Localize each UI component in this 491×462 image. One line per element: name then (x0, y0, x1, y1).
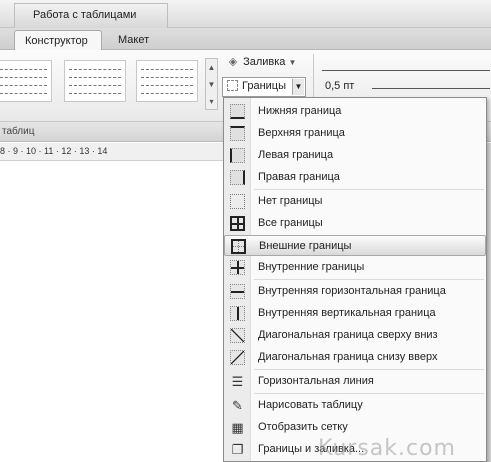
draw-table-icon: ✎ (232, 398, 243, 413)
menu-item-label: Внутренние границы (258, 261, 365, 273)
borders-and-shading-icon: ❐ (231, 442, 244, 457)
left-border-icon (230, 148, 245, 163)
right-border-icon (230, 170, 245, 185)
diagonal-up-border-icon (230, 350, 245, 365)
shading-label: Заливка (243, 56, 286, 68)
view-gridlines-icon: ▦ (231, 420, 244, 435)
shading-button[interactable]: ◈ Заливка ▼ (226, 55, 297, 73)
group-label-table-styles: таблиц (2, 126, 35, 137)
tab-layout[interactable]: Макет (108, 30, 168, 51)
menu-item-label: Диагональная граница снизу вверх (258, 351, 438, 363)
menu-separator (254, 393, 484, 394)
menu-item-top-border[interactable]: Верхняя граница (224, 123, 486, 144)
paint-bucket-icon: ◈ (228, 56, 238, 68)
menu-item-view-gridlines[interactable]: ▦ Отобразить сетку (224, 417, 486, 438)
chevron-down-icon[interactable]: ▼ (292, 79, 304, 95)
outside-borders-icon (231, 239, 246, 254)
watermark: Kursak.com (318, 436, 456, 461)
table-style-thumb[interactable] (0, 60, 52, 102)
no-border-icon (230, 194, 245, 209)
menu-item-all-borders[interactable]: Все границы (224, 213, 486, 234)
diagonal-up-svg (230, 350, 245, 365)
scroll-up-icon[interactable]: ▲ (206, 59, 217, 76)
menu-item-label: Верхняя граница (258, 127, 345, 139)
chevron-down-icon: ▼ (288, 58, 297, 67)
menu-item-label: Внутренняя горизонтальная граница (258, 285, 446, 297)
menu-item-no-border[interactable]: Нет границы (224, 191, 486, 212)
inside-horizontal-border-icon (230, 284, 245, 299)
inside-vertical-border-icon (230, 306, 245, 321)
menu-item-label: Внутренняя вертикальная граница (258, 307, 436, 319)
menu-item-label: Отобразить сетку (258, 421, 348, 433)
borders-label: Границы (242, 80, 286, 92)
context-tab-title: Работа с таблицами (14, 3, 168, 28)
borders-icon (227, 80, 238, 91)
bottom-border-icon (230, 104, 245, 119)
table-style-thumb[interactable] (136, 60, 198, 102)
styles-gallery-scroll[interactable]: ▲ ▼ ▾ (205, 58, 218, 110)
menu-item-label: Внешние границы (259, 240, 352, 252)
menu-item-inside-horizontal[interactable]: Внутренняя горизонтальная граница (224, 281, 486, 302)
diagonal-down-border-icon (230, 328, 245, 343)
menu-separator (254, 189, 484, 190)
menu-item-label: Нет границы (258, 195, 323, 207)
all-borders-icon (230, 216, 245, 231)
borders-button[interactable]: Границы ▼ (222, 77, 306, 97)
menu-item-diagonal-up[interactable]: Диагональная граница снизу вверх (224, 347, 486, 368)
ribbon-tabs: Конструктор Макет (0, 28, 491, 51)
menu-item-outside-borders[interactable]: Внешние границы (224, 235, 486, 256)
menu-item-draw-table[interactable]: ✎ Нарисовать таблицу (224, 395, 486, 416)
ruler-ticks: 8 · 9 · 10 · 11 · 12 · 13 · 14 (0, 146, 108, 156)
menu-item-left-border[interactable]: Левая граница (224, 145, 486, 166)
menu-item-inside-borders[interactable]: Внутренние границы (224, 257, 486, 278)
menu-item-label: Левая граница (258, 149, 334, 161)
menu-item-diagonal-down[interactable]: Диагональная граница сверху вниз (224, 325, 486, 346)
title-bar: Работа с таблицами (0, 0, 491, 28)
horizontal-line-icon: ☰ (231, 374, 244, 389)
menu-item-label: Нарисовать таблицу (258, 399, 363, 411)
menu-item-label: Диагональная граница сверху вниз (258, 329, 438, 341)
line-weight-selector[interactable]: 0,5 пт (322, 80, 490, 96)
menu-item-label: Горизонтальная линия (258, 375, 374, 387)
line-style-selector[interactable] (322, 57, 490, 71)
gallery-more-icon[interactable]: ▾ (206, 93, 217, 110)
scroll-down-icon[interactable]: ▼ (206, 76, 217, 93)
menu-item-horizontal-line[interactable]: ☰ Горизонтальная линия (224, 371, 486, 392)
menu-separator (254, 279, 484, 280)
ruler: 8 · 9 · 10 · 11 · 12 · 13 · 14 (0, 143, 225, 161)
top-border-icon (230, 126, 245, 141)
menu-item-right-border[interactable]: Правая граница (224, 167, 486, 188)
tab-design[interactable]: Конструктор (14, 30, 102, 51)
right-edge (487, 143, 491, 462)
menu-item-bottom-border[interactable]: Нижняя граница (224, 101, 486, 122)
diagonal-down-svg (230, 328, 245, 343)
menu-item-label: Правая граница (258, 171, 340, 183)
menu-item-label: Все границы (258, 217, 323, 229)
borders-dropdown-menu: Нижняя граница Верхняя граница Левая гра… (223, 97, 487, 462)
menu-separator (254, 369, 484, 370)
menu-item-label: Нижняя граница (258, 105, 342, 117)
inside-borders-icon (230, 260, 245, 275)
line-weight-value: 0,5 пт (325, 80, 355, 92)
table-style-thumb[interactable] (64, 60, 126, 102)
menu-item-inside-vertical[interactable]: Внутренняя вертикальная граница (224, 303, 486, 324)
